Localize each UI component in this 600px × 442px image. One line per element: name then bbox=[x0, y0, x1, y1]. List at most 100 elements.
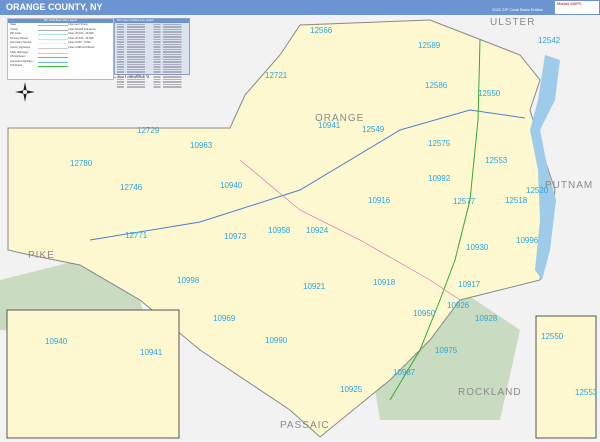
legend-item-label: Interstate Highways bbox=[10, 59, 33, 63]
index-row bbox=[117, 38, 187, 41]
zip-label: 12518 bbox=[505, 196, 528, 205]
county-label: ULSTER bbox=[490, 17, 535, 28]
zip-label: 12575 bbox=[428, 139, 451, 148]
zip-label: 10916 bbox=[368, 196, 391, 205]
header-bar: ORANGE COUNTY, NY 2022 ZIP Code Basic Ed… bbox=[0, 0, 600, 15]
legend-swatch bbox=[38, 52, 68, 54]
zip-label: 10940 bbox=[220, 181, 243, 190]
zip-label: 10941 bbox=[318, 121, 341, 130]
zip-label: 10963 bbox=[190, 141, 213, 150]
zip-label: 12746 bbox=[120, 183, 143, 192]
legend-item-label: Secondary Streets bbox=[10, 41, 32, 45]
index-row bbox=[117, 78, 187, 81]
zip-label: 10921 bbox=[303, 282, 326, 291]
zip-label: 10928 bbox=[475, 314, 498, 323]
zip-label: 12771 bbox=[125, 231, 148, 240]
index-row bbox=[117, 71, 187, 73]
zip-label: 12550 bbox=[478, 89, 501, 98]
county-label: PIKE bbox=[28, 250, 55, 261]
zip-label: 10975 bbox=[435, 346, 458, 355]
zip-label: 10992 bbox=[428, 174, 451, 183]
index-row bbox=[117, 68, 187, 71]
index-row bbox=[117, 31, 187, 33]
legend-item-label: ZIP Code bbox=[10, 32, 21, 36]
legend-swatch bbox=[38, 57, 68, 59]
legend-item-label: Primary Streets bbox=[10, 36, 28, 40]
index-row bbox=[117, 63, 187, 66]
index-row bbox=[117, 48, 187, 51]
legend-item-label: State bbox=[10, 23, 17, 26]
zip-label: 10930 bbox=[466, 243, 489, 252]
left-inset-map[interactable] bbox=[6, 309, 180, 439]
zip-label: 10925 bbox=[340, 385, 363, 394]
index-row bbox=[117, 56, 187, 58]
map-title: ORANGE COUNTY, NY bbox=[6, 2, 103, 12]
legend-item-label: County bbox=[10, 27, 19, 31]
inset-zip-label: 10940 bbox=[45, 337, 68, 346]
index-row bbox=[117, 73, 187, 76]
zip-label: 12721 bbox=[265, 71, 288, 80]
index-row bbox=[117, 86, 187, 88]
index-row bbox=[117, 46, 187, 48]
zip-label: 12566 bbox=[310, 26, 333, 35]
legend-swatch bbox=[38, 38, 68, 40]
index-row bbox=[117, 83, 187, 86]
index-row bbox=[117, 61, 187, 63]
zip-label: 10926 bbox=[447, 301, 470, 310]
zip-label: 10987 bbox=[393, 368, 416, 377]
index-title: ZIP Codes Included and Location bbox=[115, 19, 189, 23]
index-row bbox=[117, 53, 187, 56]
zip-label: 10990 bbox=[265, 336, 288, 345]
publisher-logo: Market MAPS bbox=[555, 1, 599, 14]
zip-label: 12586 bbox=[425, 81, 448, 90]
legend-swatch bbox=[38, 61, 68, 63]
index-row bbox=[117, 58, 187, 61]
zip-label: 12549 bbox=[362, 125, 385, 134]
legend-item-label: Toll Roads bbox=[10, 64, 23, 68]
index-row bbox=[117, 26, 187, 28]
legend-swatch bbox=[38, 43, 68, 45]
zip-label: 10924 bbox=[306, 226, 329, 235]
legend-swatch bbox=[38, 47, 68, 49]
legend-item: Toll Roads bbox=[8, 64, 113, 69]
zip-label: 12542 bbox=[538, 36, 561, 45]
county-label: PUTNAM bbox=[545, 180, 593, 191]
zip-label: 10973 bbox=[224, 232, 247, 241]
map-legend: ZIP Code Basic Map Legend State Cities an… bbox=[7, 18, 114, 80]
zip-label: 10998 bbox=[177, 276, 200, 285]
index-row bbox=[117, 76, 187, 78]
inset-zip-label: 12550 bbox=[541, 332, 564, 341]
zip-label: 10917 bbox=[458, 280, 481, 289]
edition-label: 2022 ZIP Code Basic Edition bbox=[492, 7, 544, 12]
zip-label: 10996 bbox=[516, 236, 539, 245]
index-row bbox=[117, 43, 187, 46]
index-row bbox=[117, 81, 187, 83]
zip-index-table: ZIP Codes Included and Location bbox=[114, 18, 190, 88]
index-row bbox=[117, 28, 187, 31]
county-label: ROCKLAND bbox=[458, 387, 522, 398]
legend-swatch bbox=[38, 29, 68, 31]
zip-label: 12520 bbox=[526, 186, 549, 195]
county-label: PASSAIC bbox=[280, 420, 330, 431]
inset-zip-label: 10941 bbox=[140, 348, 163, 357]
legend-swatch bbox=[38, 34, 68, 36]
legend-swatch bbox=[38, 25, 68, 26]
zip-label: 10958 bbox=[268, 226, 291, 235]
legend-swatch bbox=[38, 66, 68, 68]
index-row bbox=[117, 33, 187, 36]
zip-label: 10969 bbox=[213, 314, 236, 323]
index-row bbox=[117, 66, 187, 68]
zip-label: 12780 bbox=[70, 159, 93, 168]
zip-label: 12577 bbox=[453, 197, 476, 206]
index-row bbox=[117, 41, 187, 43]
legend-item-label: US Highways bbox=[10, 55, 26, 59]
legend-item-label: State Highways bbox=[10, 50, 29, 54]
zip-label: 12553 bbox=[485, 156, 508, 165]
zip-label: 10950 bbox=[413, 309, 436, 318]
zip-label: 12729 bbox=[137, 126, 160, 135]
index-row bbox=[117, 51, 187, 53]
inset-zip-label: 12553 bbox=[575, 388, 598, 397]
index-row bbox=[117, 23, 187, 26]
index-row bbox=[117, 36, 187, 38]
zip-label: 10918 bbox=[373, 278, 396, 287]
